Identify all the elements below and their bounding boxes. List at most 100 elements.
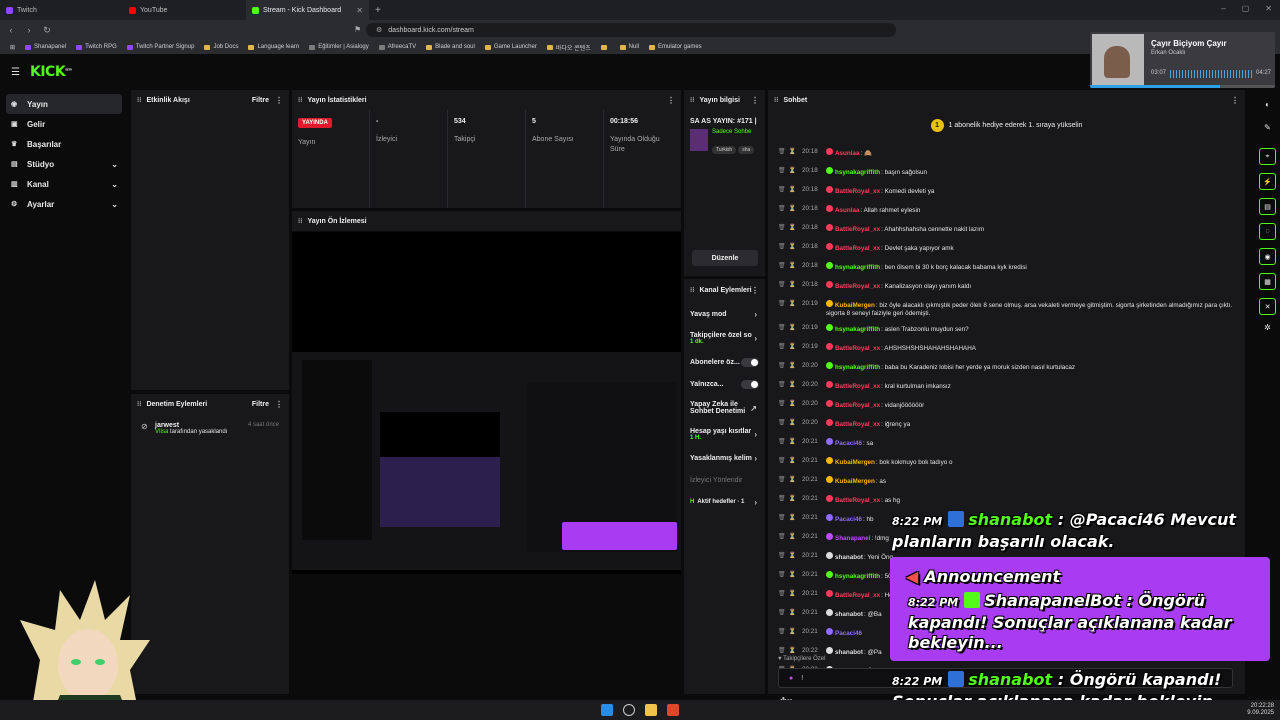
mod-tools-icon[interactable]: 🗑⏳	[778, 400, 802, 408]
filter-button[interactable]: Filtre	[252, 97, 269, 104]
tab-youtube[interactable]: YouTube	[123, 0, 246, 20]
bookmark-item[interactable]: Shanapanel	[25, 44, 66, 50]
bookmark-icon[interactable]: ⚑	[354, 25, 361, 34]
mod-tools-icon[interactable]: 🗑⏳	[778, 609, 802, 617]
bookmark-item[interactable]: Eğitimler | Asialogy	[309, 44, 369, 50]
chat-username[interactable]: BattleRoyal_xx	[835, 497, 880, 504]
system-clock[interactable]: 20:22:28 9.09.2025	[1247, 703, 1274, 717]
drag-handle-icon[interactable]: ⁝⁝	[137, 400, 141, 408]
chat-username[interactable]: Pacaci46	[835, 630, 862, 637]
mod-tools-icon[interactable]: 🗑⏳	[778, 647, 802, 655]
chat-username[interactable]: Pacaci46	[835, 440, 862, 447]
chat-username[interactable]: BattleRoyal_xx	[835, 283, 880, 290]
bookmark-item[interactable]: AfreecaTV	[378, 44, 416, 50]
action-banned-words[interactable]: Yasaklanmış kelim ›	[684, 447, 765, 469]
action-subscribers-only[interactable]: Abonelere öz...	[684, 351, 765, 373]
mod-tools-icon[interactable]: 🗑⏳	[778, 167, 802, 175]
drag-handle-icon[interactable]: ⁝⁝	[298, 96, 302, 104]
mod-tools-icon[interactable]: 🗑⏳	[778, 205, 802, 213]
mod-tools-icon[interactable]: 🗑⏳	[778, 590, 802, 598]
clipboard-icon[interactable]: ▤	[1259, 198, 1276, 215]
chat-bubble-icon[interactable]: ◌	[1259, 223, 1276, 240]
chat-username[interactable]: KubaiMergen	[835, 478, 875, 485]
new-tab-button[interactable]: +	[375, 5, 381, 16]
stream-preview[interactable]	[292, 232, 681, 574]
brave-browser-icon[interactable]	[667, 704, 679, 716]
action-goals[interactable]: H Aktif hedefler · 1 ›	[684, 491, 765, 513]
close-tab-icon[interactable]: ✕	[356, 6, 363, 15]
mod-tools-icon[interactable]: 🗑⏳	[778, 362, 802, 370]
chat-username[interactable]: BattleRoyal_xx	[835, 188, 880, 195]
chat-username[interactable]: BattleRoyal_xx	[835, 402, 880, 409]
chat-username[interactable]: hsynakagriffith	[835, 573, 880, 580]
more-options-icon[interactable]: ⋮	[1231, 96, 1239, 105]
mod-tools-icon[interactable]: 🗑⏳	[778, 419, 802, 427]
toggle-switch[interactable]	[741, 357, 759, 367]
chat-username[interactable]: BattleRoyal_xx	[835, 345, 880, 352]
bookmark-item[interactable]: Blade and soul	[426, 44, 475, 50]
mod-tools-icon[interactable]: 🗑⏳	[778, 243, 802, 251]
sidebar-item-ayarlar[interactable]: ⚙ Ayarlar ⌄	[6, 194, 122, 214]
back-icon[interactable]: ‹	[4, 25, 18, 35]
chat-username[interactable]: BattleRoyal_xx	[835, 245, 880, 252]
user-icon[interactable]: ◐	[1255, 100, 1280, 109]
sidebar-item-basarilar[interactable]: ♛ Başarılar	[6, 134, 122, 154]
bookmark-item[interactable]	[600, 44, 610, 50]
mod-tools-icon[interactable]: 🗑⏳	[778, 533, 802, 541]
mod-tools-icon[interactable]: 🗑⏳	[778, 343, 802, 351]
moderator-name[interactable]: VIisa	[155, 429, 168, 435]
bookmark-item[interactable]: Twitch Partner Signup	[126, 44, 194, 50]
forward-icon[interactable]: ›	[22, 25, 36, 35]
chat-username[interactable]: shanabot	[835, 554, 863, 561]
mod-tools-icon[interactable]: 🗑⏳	[778, 571, 802, 579]
mod-tools-icon[interactable]: 🗑⏳	[778, 281, 802, 289]
pencil-icon[interactable]: ✎	[1255, 123, 1280, 132]
action-emotes-only[interactable]: Yalnızca...	[684, 373, 765, 395]
stream-category[interactable]: Sadece Sohbe	[712, 129, 756, 135]
bookmark-item[interactable]: Language learn	[248, 44, 299, 50]
action-followers-only[interactable]: Takipçilere özel so 1 dk. ›	[684, 325, 765, 351]
chat-username[interactable]: Asunlaa	[835, 150, 860, 157]
start-menu-icon[interactable]	[601, 704, 613, 716]
wrench-icon[interactable]: ✕	[1259, 298, 1276, 315]
mod-tools-icon[interactable]: 🗑⏳	[778, 324, 802, 332]
screenshot-icon[interactable]: ⌖	[1259, 148, 1276, 165]
mod-tools-icon[interactable]: 🗑⏳	[778, 381, 802, 389]
drag-handle-icon[interactable]: ⁝⁝	[690, 96, 694, 104]
drag-handle-icon[interactable]: ⁝⁝	[298, 217, 302, 225]
sidebar-item-kanal[interactable]: ▥ Kanal ⌄	[6, 174, 122, 194]
action-ai-moderation[interactable]: Yapay Zeka ile Sohbet Denetimi ↗	[684, 395, 765, 421]
bookmark-item[interactable]: Job Docs	[204, 44, 238, 50]
kick-logo[interactable]: KICKBETA	[30, 64, 72, 80]
chat-username[interactable]: BattleRoyal_xx	[835, 592, 880, 599]
mod-tools-icon[interactable]: 🗑⏳	[778, 438, 802, 446]
more-options-icon[interactable]: ⋮	[751, 96, 759, 105]
more-options-icon[interactable]: ⋮	[275, 96, 283, 105]
toggle-switch[interactable]	[741, 379, 759, 389]
chat-username[interactable]: hsynakagriffith	[835, 326, 880, 333]
layout-icon[interactable]: ▦	[1259, 273, 1276, 290]
bookmark-item[interactable]: Emulator games	[649, 44, 702, 50]
sidebar-item-yayin[interactable]: ◉ Yayın	[6, 94, 122, 114]
tab-twitch[interactable]: Twitch	[0, 0, 123, 20]
search-icon[interactable]	[623, 704, 635, 716]
chat-username[interactable]: Asunlaa	[835, 207, 860, 214]
mod-tools-icon[interactable]: 🗑⏳	[778, 262, 802, 270]
mod-tools-icon[interactable]: 🗑⏳	[778, 186, 802, 194]
chat-username[interactable]: hsynakagriffith	[835, 364, 880, 371]
chat-username[interactable]: shanabot	[835, 649, 863, 656]
chat-username[interactable]: KubaiMergen	[835, 459, 875, 466]
moderation-user[interactable]: jarwest	[155, 422, 227, 429]
drag-handle-icon[interactable]: ⁝⁝	[137, 96, 141, 104]
drag-handle-icon[interactable]: ⁝⁝	[774, 96, 778, 104]
mod-tools-icon[interactable]: 🗑⏳	[778, 628, 802, 636]
drag-handle-icon[interactable]: ⁝⁝	[690, 286, 694, 294]
minimize-icon[interactable]: –	[1221, 4, 1225, 13]
mod-tools-icon[interactable]: 🗑⏳	[778, 476, 802, 484]
chat-username[interactable]: hsynakagriffith	[835, 264, 880, 271]
sidebar-item-studyo[interactable]: ▤ Stüdyo ⌄	[6, 154, 122, 174]
edit-info-button[interactable]: Düzenle	[692, 250, 758, 266]
chat-username[interactable]: hsynakagriffith	[835, 169, 880, 176]
bookmark-item[interactable]: Game Launcher	[484, 44, 537, 50]
broadcast-icon[interactable]: ◉	[1259, 248, 1276, 265]
